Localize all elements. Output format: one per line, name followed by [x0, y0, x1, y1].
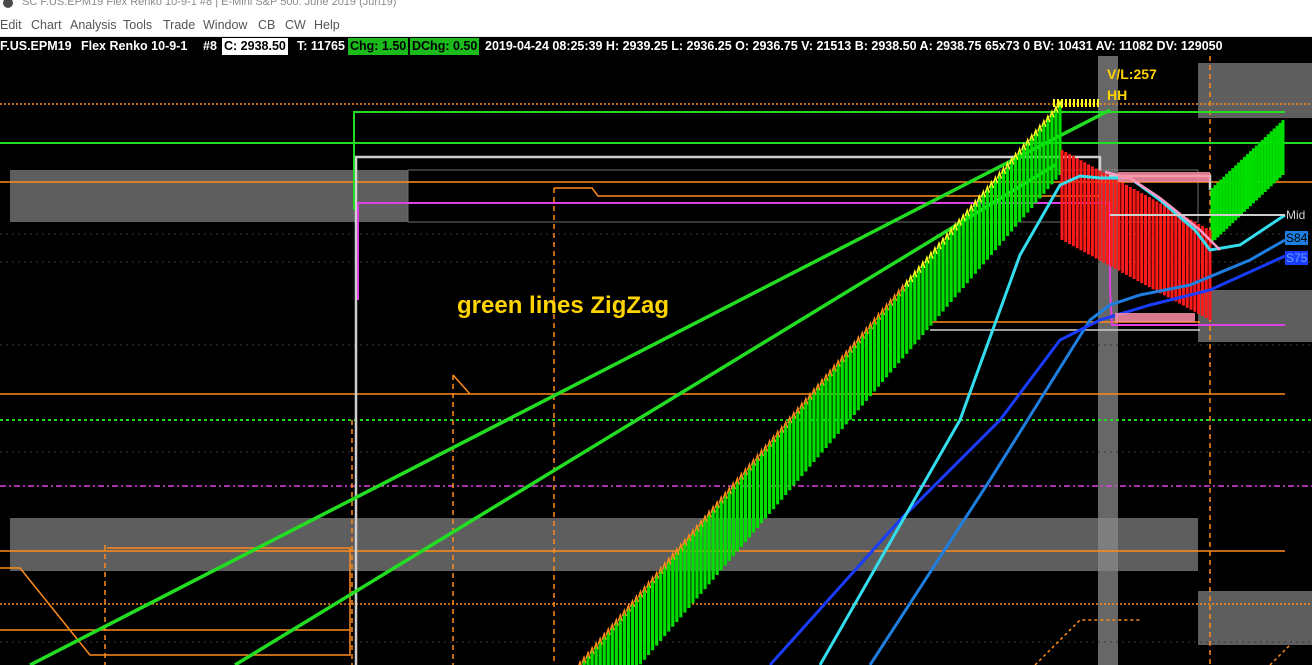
bar-type-label: Flex Renko 10-9-1: [81, 39, 188, 53]
menu-item-cw[interactable]: CW: [285, 18, 306, 32]
chart-canvas[interactable]: [0, 56, 1312, 665]
zigzag-annotation: green lines ZigZag: [457, 292, 670, 319]
daily-change-box: DChg: 0.50: [410, 38, 480, 55]
menu-item-window[interactable]: Window: [203, 18, 247, 32]
close-price-box: C: 2938.50: [222, 38, 288, 55]
swing-high-marker: [1093, 99, 1095, 107]
zone-rect: [1198, 591, 1312, 645]
trade-count-label: T: 11765: [297, 39, 345, 53]
swing-high-marker: [1065, 99, 1067, 107]
swing-high-marker: [1085, 99, 1087, 107]
s75-price-tag: S75: [1285, 251, 1309, 265]
menu-bar: Edit Chart Analysis Tools Trade Window C…: [0, 14, 1312, 37]
app-logo-icon: [3, 0, 13, 8]
swing-high-marker: [1097, 99, 1099, 107]
swing-high-marker: [1073, 99, 1075, 107]
change-box: Chg: 1.50: [348, 38, 409, 55]
zone-rect: [1198, 290, 1312, 342]
pink-marker-band: [1118, 172, 1210, 182]
mid-price-tag: Mid: [1286, 208, 1306, 222]
menu-item-help[interactable]: Help: [314, 18, 340, 32]
swing-high-marker: [1089, 99, 1091, 107]
swing-high-marker: [1081, 99, 1083, 107]
zone-rect: [10, 170, 408, 222]
menu-item-trade[interactable]: Trade: [163, 18, 195, 32]
chart-number-label: #8: [203, 39, 217, 53]
pink-marker-band: [1115, 313, 1195, 322]
menu-item-analysis[interactable]: Analysis: [70, 18, 117, 32]
swing-high-marker: [1057, 99, 1059, 107]
current-bar-highlight: [1098, 56, 1118, 665]
bar-stats-label: 2019-04-24 08:25:39 H: 2939.25 L: 2936.2…: [485, 39, 1223, 53]
window-titlebar: SC F.US.EPM19 Flex Renko 10-9-1 #8 | E-M…: [0, 0, 1312, 14]
menu-item-edit[interactable]: Edit: [0, 18, 22, 32]
menu-item-chart[interactable]: Chart: [31, 18, 62, 32]
swing-high-marker: [1061, 99, 1063, 107]
symbol-label: F.US.EPM19: [0, 39, 72, 53]
zone-rect: [1198, 63, 1312, 118]
menu-item-cb[interactable]: CB: [258, 18, 275, 32]
swing-high-label: HH: [1107, 87, 1128, 103]
swing-high-marker: [1053, 99, 1055, 107]
chart-info-bar: F.US.EPM19 Flex Renko 10-9-1 #8 C: 2938.…: [0, 37, 1312, 56]
swing-volume-label: V/L:257: [1107, 66, 1157, 82]
price-chart-area[interactable]: green lines ZigZag V/L:257 HH Mid S84 S7…: [0, 56, 1312, 665]
menu-item-tools[interactable]: Tools: [123, 18, 152, 32]
window-title: SC F.US.EPM19 Flex Renko 10-9-1 #8 | E-M…: [22, 0, 397, 8]
zone-rect: [408, 518, 1198, 571]
swing-high-marker: [1069, 99, 1071, 107]
swing-high-marker: [1077, 99, 1079, 107]
s84-price-tag: S84: [1285, 231, 1309, 245]
zone-rect: [10, 518, 408, 571]
